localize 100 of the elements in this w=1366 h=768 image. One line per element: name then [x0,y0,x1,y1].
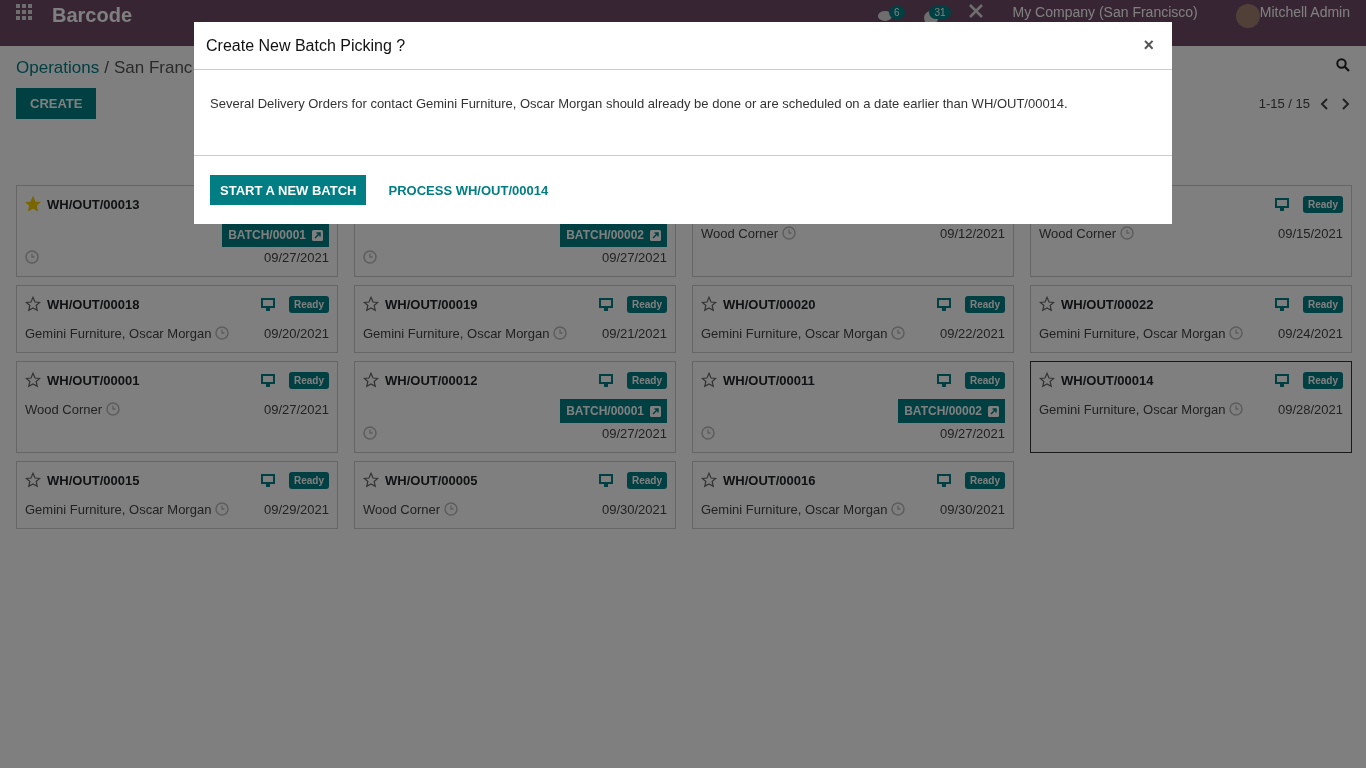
picking-reference: WH/OUT/00012 [385,372,478,388]
status-badge: Ready [627,295,667,313]
picking-card[interactable]: WH/OUT/00018 Ready Gemini Furniture, Oscar Morgan 09/20/2021 [16,285,338,353]
status-badge: Ready [289,295,329,313]
batch-tag[interactable]: BATCH/00001 [560,399,667,423]
status-badge: Ready [289,371,329,389]
picking-card[interactable]: WH/OUT/00005 Ready Wood Corner 09/30/2021 [354,461,676,529]
scheduled-date: 09/27/2021 [601,249,667,265]
picking-card[interactable]: WH/OUT/00022 Ready Gemini Furniture, Oscar Morgan 09/24/2021 [1030,285,1352,353]
breadcrumb-link[interactable]: Operations [16,58,100,78]
partner-name: Gemini Furniture, Oscar Morgan [25,501,212,517]
batch-tag[interactable]: BATCH/00002 [560,223,667,247]
user-menu[interactable]: Mitchell Admin [1259,4,1350,20]
partner-name: Gemini Furniture, Oscar Morgan [363,325,550,341]
status-badge: Ready [965,371,1005,389]
picking-reference: WH/OUT/00005 [385,472,478,488]
scheduled-date: 09/22/2021 [939,325,1005,341]
picking-card[interactable]: WH/OUT/00012 Ready BATCH/00001 09/27/2021 [354,361,676,453]
picking-reference: WH/OUT/00014 [1061,372,1154,388]
pager-value[interactable]: 1-15 / 15 [1258,96,1310,111]
status-badge: Ready [627,371,667,389]
picking-reference: WH/OUT/00020 [723,296,816,312]
monitor-icon [1275,297,1289,311]
scheduled-date: 09/24/2021 [1277,325,1343,341]
picking-card[interactable]: WH/OUT/00020 Ready Gemini Furniture, Oscar Morgan 09/22/2021 [692,285,1014,353]
star-icon[interactable] [25,296,41,312]
close-button[interactable]: × [1137,34,1160,57]
picking-card[interactable]: WH/OUT/00014 Ready Gemini Furniture, Oscar Morgan 09/28/2021 [1030,361,1352,453]
star-icon[interactable] [1039,372,1055,388]
picking-reference: WH/OUT/00001 [47,372,140,388]
star-icon[interactable] [1039,296,1055,312]
chat-icon[interactable] [876,10,893,24]
partner-name: Wood Corner [701,225,779,241]
monitor-icon [261,373,275,387]
star-icon[interactable] [25,472,41,488]
picking-card[interactable]: WH/OUT/00001 Ready Wood Corner 09/27/2021 [16,361,338,453]
apps-grid-icon[interactable] [16,4,32,20]
batch-tag[interactable]: BATCH/00001 [222,223,329,247]
monitor-icon [1275,373,1289,387]
scheduled-date: 09/20/2021 [263,325,329,341]
picking-reference: WH/OUT/00022 [1061,296,1154,312]
star-icon[interactable] [363,372,379,388]
company-switcher[interactable]: My Company (San Francisco) [1012,4,1198,20]
status-badge: Ready [627,471,667,489]
picking-reference: WH/OUT/00013 [47,196,140,212]
picking-reference: WH/OUT/00019 [385,296,478,312]
scheduled-date: 09/15/2021 [1277,225,1343,241]
breadcrumb-separator: / [104,58,109,78]
monitor-icon [261,473,275,487]
scheduled-date: 09/12/2021 [939,225,1005,241]
scheduled-date: 09/28/2021 [1277,401,1343,417]
scheduled-date: 09/30/2021 [939,501,1005,517]
status-badge: Ready [965,295,1005,313]
notification-badge: 31 [929,6,951,19]
status-badge: Ready [1303,371,1343,389]
monitor-icon [599,473,613,487]
start-batch-button[interactable]: START A NEW BATCH [210,175,367,205]
partner-name: Gemini Furniture, Oscar Morgan [1039,325,1226,341]
dialog-title: Create New Batch Picking ? [206,36,406,55]
picking-card[interactable]: WH/OUT/00015 Ready Gemini Furniture, Oscar Morgan 09/29/2021 [16,461,338,529]
partner-name: Gemini Furniture, Oscar Morgan [25,325,212,341]
star-icon[interactable] [363,472,379,488]
picking-card[interactable]: WH/OUT/00016 Ready Gemini Furniture, Oscar Morgan 09/30/2021 [692,461,1014,529]
monitor-icon [937,297,951,311]
app-name: Barcode [52,4,133,27]
status-badge: Ready [289,471,329,489]
star-icon[interactable] [701,372,717,388]
create-button[interactable]: CREATE [16,88,97,119]
status-badge: Ready [1303,295,1343,313]
dialog-message: Several Delivery Orders for contact Gemini Furniture, Oscar Morgan should already be done or are scheduled on a date earlier than WH/OUT/00014. [210,96,1068,111]
partner-name: Wood Corner [363,501,441,517]
search-icon[interactable] [1336,58,1350,72]
scheduled-date: 09/27/2021 [939,425,1005,441]
partner-name: Gemini Furniture, Oscar Morgan [701,325,888,341]
picking-card[interactable]: WH/OUT/00011 Ready BATCH/00002 09/27/2021 [692,361,1014,453]
external-link-icon [650,229,661,241]
external-link-icon [988,405,999,417]
monitor-icon [261,297,275,311]
batch-tag[interactable]: BATCH/00002 [898,399,1005,423]
picking-reference: WH/OUT/00016 [723,472,816,488]
partner-name: Gemini Furniture, Oscar Morgan [1039,401,1226,417]
chevron-left-icon[interactable] [1320,97,1330,110]
star-icon[interactable] [701,296,717,312]
monitor-icon [599,373,613,387]
monitor-icon [937,473,951,487]
star-icon[interactable] [701,472,717,488]
external-link-icon [312,229,323,241]
chevron-right-icon[interactable] [1340,97,1350,110]
picking-reference: WH/OUT/00015 [47,472,140,488]
scheduled-date: 09/29/2021 [263,501,329,517]
scheduled-date: 09/27/2021 [263,401,329,417]
partner-name: Wood Corner [1039,225,1117,241]
scheduled-date: 09/21/2021 [601,325,667,341]
status-badge: Ready [1303,195,1343,213]
star-icon[interactable] [25,372,41,388]
monitor-icon [1275,197,1289,211]
scheduled-date: 09/27/2021 [601,425,667,441]
star-icon[interactable] [363,296,379,312]
notification-badge: 6 [889,6,905,19]
picking-card[interactable]: WH/OUT/00019 Ready Gemini Furniture, Oscar Morgan 09/21/2021 [354,285,676,353]
